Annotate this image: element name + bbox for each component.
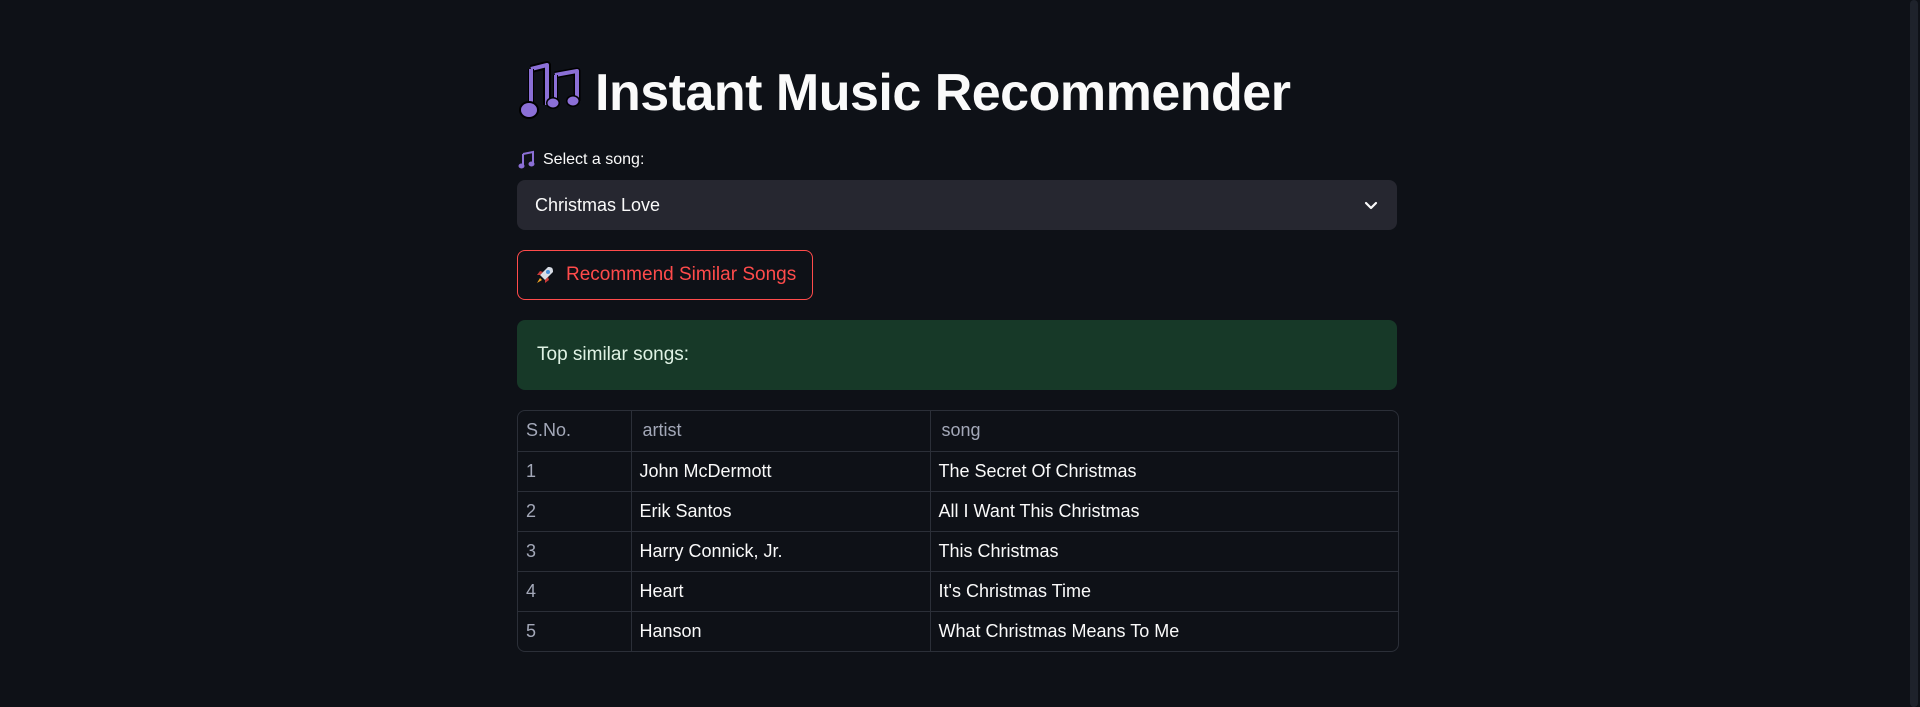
- column-header-song[interactable]: song: [930, 411, 1398, 452]
- scrollbar-thumb[interactable]: [1910, 0, 1918, 707]
- song-cell[interactable]: The Secret Of Christmas: [930, 451, 1398, 492]
- success-message-text: Top similar songs:: [537, 344, 690, 365]
- song-cell[interactable]: This Christmas: [930, 531, 1398, 572]
- column-header-artist[interactable]: artist: [631, 411, 931, 452]
- page-header: Instant Music Recommender: [517, 58, 1291, 128]
- song-cell[interactable]: All I Want This Christmas: [930, 491, 1398, 532]
- table-row: 5 Hanson What Christmas Means To Me: [518, 611, 1398, 651]
- table-row: 2 Erik Santos All I Want This Christmas: [518, 491, 1398, 532]
- musical-note-icon: [518, 150, 535, 169]
- music-notes-icon: [519, 61, 581, 119]
- row-index: 2: [518, 491, 632, 532]
- select-label: Select a song:: [543, 151, 645, 168]
- scrollbar-track[interactable]: [1908, 0, 1920, 707]
- song-select[interactable]: Christmas Love: [517, 180, 1397, 230]
- artist-cell[interactable]: Erik Santos: [631, 491, 931, 532]
- results-table[interactable]: S.No. artist song 1 John McDermott The S…: [517, 410, 1399, 652]
- song-cell[interactable]: What Christmas Means To Me: [930, 611, 1398, 651]
- column-header-sno[interactable]: S.No.: [518, 411, 632, 452]
- success-message: Top similar songs:: [517, 320, 1397, 390]
- chevron-down-icon[interactable]: [1363, 197, 1379, 213]
- artist-cell[interactable]: Hanson: [631, 611, 931, 651]
- row-index: 1: [518, 451, 632, 492]
- row-index: 5: [518, 611, 632, 651]
- song-cell[interactable]: It's Christmas Time: [930, 571, 1398, 612]
- table-row: 1 John McDermott The Secret Of Christmas: [518, 451, 1398, 492]
- recommend-button[interactable]: Recommend Similar Songs: [517, 250, 814, 300]
- select-label-row: Select a song:: [517, 148, 644, 172]
- table-row: 3 Harry Connick, Jr. This Christmas: [518, 531, 1398, 572]
- rocket-icon: [537, 267, 553, 283]
- table-header-row: S.No. artist song: [518, 411, 1398, 452]
- song-select-value: Christmas Love: [535, 194, 661, 215]
- row-index: 3: [518, 531, 632, 572]
- recommend-button-label: Recommend Similar Songs: [566, 264, 797, 285]
- row-index: 4: [518, 571, 632, 612]
- artist-cell[interactable]: John McDermott: [631, 451, 931, 492]
- artist-cell[interactable]: Heart: [631, 571, 931, 612]
- artist-cell[interactable]: Harry Connick, Jr.: [631, 531, 931, 572]
- table-row: 4 Heart It's Christmas Time: [518, 571, 1398, 612]
- page-title: Instant Music Recommender: [595, 64, 1291, 122]
